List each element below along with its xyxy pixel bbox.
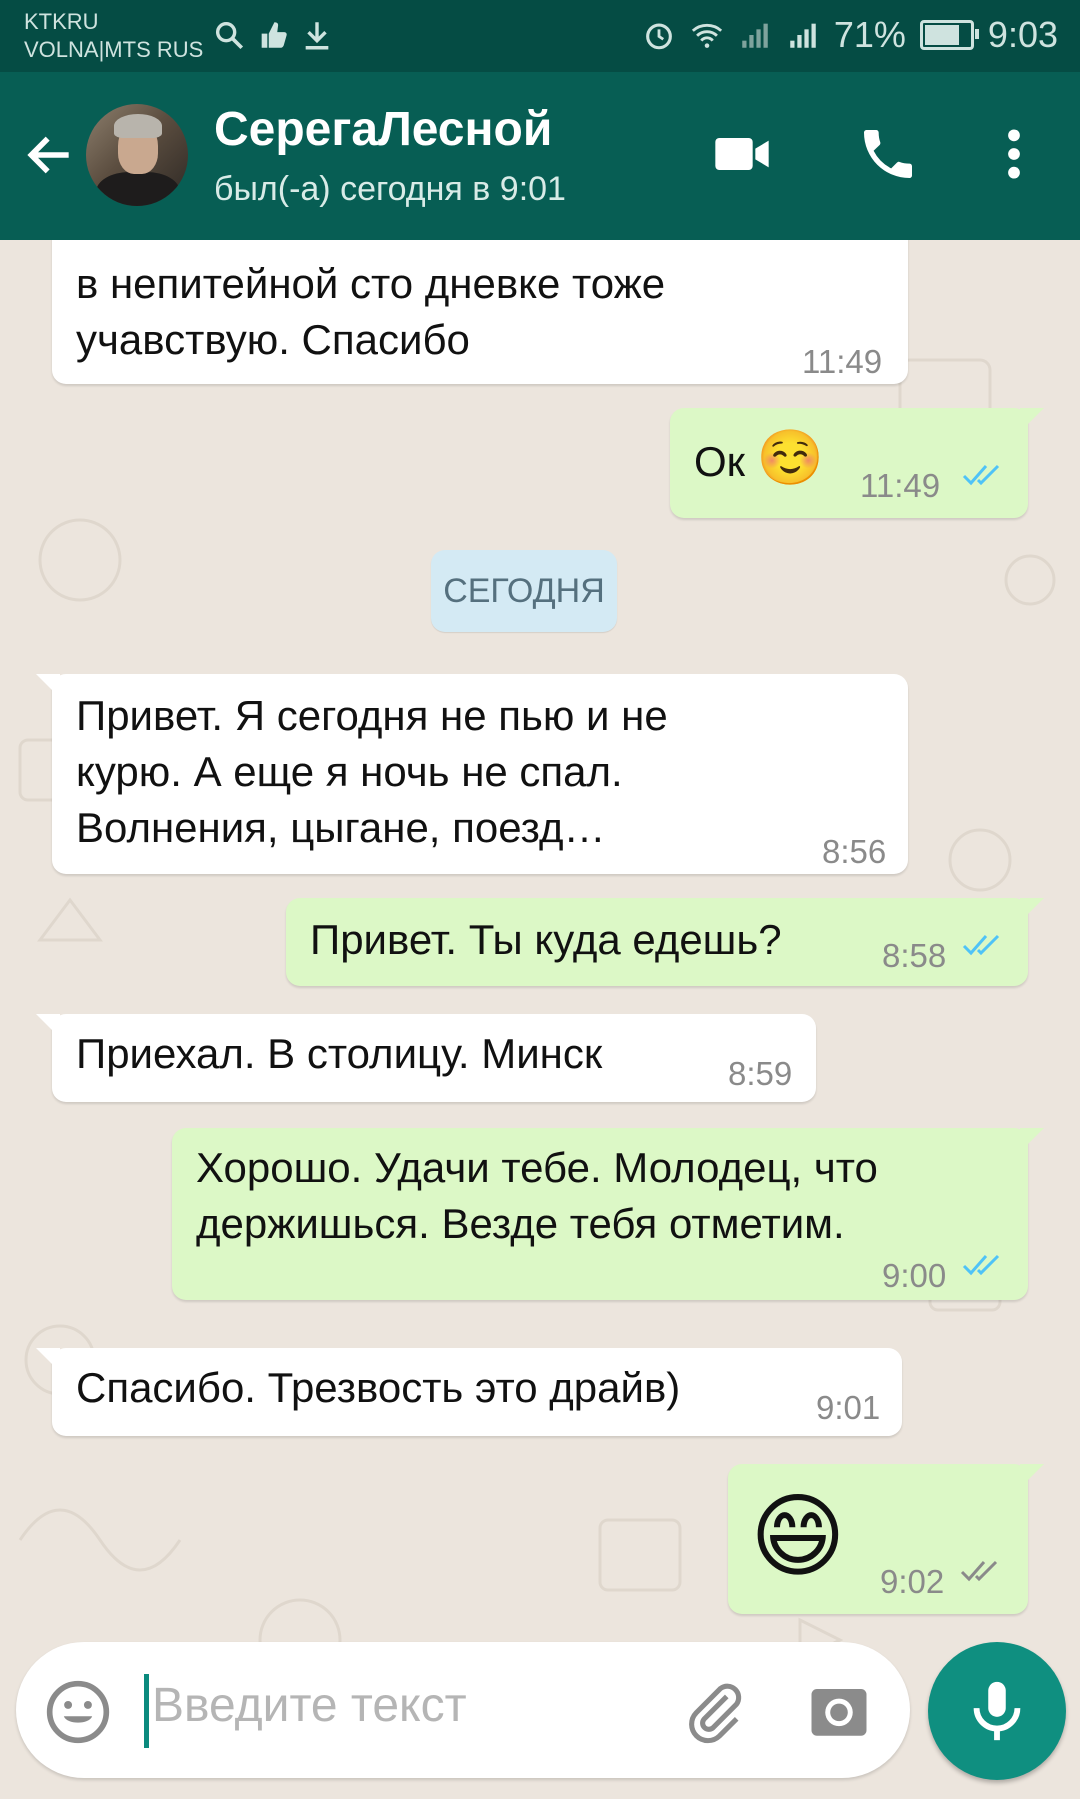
carrier-line-1: KTKRU xyxy=(24,9,99,34)
camera-icon[interactable] xyxy=(806,1678,872,1744)
message-text: Ок xyxy=(694,438,746,485)
message-incoming[interactable]: Приехал. В столицу. Минск 8:59 xyxy=(36,1014,816,1102)
date-separator: СЕГОДНЯ xyxy=(431,550,617,632)
message-input[interactable]: Введите текст xyxy=(152,1678,467,1733)
read-ticks-icon xyxy=(962,934,1000,956)
message-time: 8:56 xyxy=(822,833,887,870)
message-time: 11:49 xyxy=(860,467,941,504)
bubble-tail xyxy=(1020,898,1044,922)
message-text: в непитейной сто дневке тоже учавствую. … xyxy=(76,260,666,363)
bubble-tail xyxy=(36,674,60,698)
bubble-tail xyxy=(1020,408,1044,432)
contact-name[interactable]: СерегаЛесной xyxy=(214,102,552,157)
message-text: Спасибо. Трезвость это драйв) xyxy=(76,1364,681,1411)
mic-icon xyxy=(973,1681,1021,1741)
message-time: 8:59 xyxy=(728,1055,793,1092)
carrier-line-2: VOLNA|MTS RUS xyxy=(24,37,204,62)
message-text: Привет. Я сегодня не пью и не курю. А ещ… xyxy=(76,692,668,851)
system-status: 71% 9:03 xyxy=(642,14,1058,56)
battery-icon xyxy=(919,20,979,50)
phone-icon[interactable] xyxy=(856,122,920,186)
read-ticks-icon xyxy=(962,464,1000,486)
more-icon[interactable] xyxy=(982,122,1046,186)
video-call-icon[interactable] xyxy=(710,122,774,186)
message-list[interactable]: в непитейной сто дневке тоже учавствую. … xyxy=(0,240,1080,1640)
message-incoming[interactable]: в непитейной сто дневке тоже учавствую. … xyxy=(52,240,908,384)
download-icon xyxy=(305,22,329,50)
message-time: 8:58 xyxy=(882,937,947,974)
carrier-info: KTKRU VOLNA|MTS RUS xyxy=(24,8,203,64)
signal-weak-icon xyxy=(742,23,768,48)
like-icon xyxy=(261,22,287,48)
back-arrow-icon[interactable] xyxy=(22,127,78,183)
message-outgoing[interactable]: Привет. Ты куда едешь? 8:58 xyxy=(286,898,1044,986)
clock: 9:03 xyxy=(987,14,1058,55)
message-outgoing[interactable]: Хорошо. Удачи тебе. Молодец, что держишь… xyxy=(172,1128,1044,1300)
emoji-icon[interactable] xyxy=(44,1678,112,1746)
bubble-tail xyxy=(36,1348,60,1372)
voice-message-button[interactable] xyxy=(928,1642,1066,1780)
alarm-icon xyxy=(645,23,672,50)
search-icon xyxy=(215,21,244,50)
delivered-ticks-icon xyxy=(960,1560,998,1582)
message-time: 9:00 xyxy=(882,1257,947,1294)
bubble-tail xyxy=(36,1014,60,1038)
message-text: Хорошо. Удачи тебе. Молодец, что держишь… xyxy=(196,1144,878,1247)
message-incoming[interactable]: Привет. Я сегодня не пью и не курю. А ещ… xyxy=(36,674,908,874)
battery-fill xyxy=(924,25,959,45)
last-seen: был(-а) сегодня в 9:01 xyxy=(214,170,566,208)
message-time: 9:02 xyxy=(880,1563,945,1600)
wifi-icon xyxy=(691,23,722,48)
read-ticks-icon xyxy=(962,1254,1000,1276)
message-composer[interactable]: Введите текст xyxy=(16,1642,910,1778)
notification-icons xyxy=(212,18,334,52)
signal-icon xyxy=(790,23,816,48)
message-time: 11:49 xyxy=(802,343,883,380)
status-bar: KTKRU VOLNA|MTS RUS 71% 9:03 xyxy=(0,0,1080,72)
text-cursor xyxy=(144,1674,149,1748)
chat-header: СерегаЛесной был(-а) сегодня в 9:01 xyxy=(0,72,1080,240)
avatar-body xyxy=(96,172,180,206)
smiling-emoji: ☺️ xyxy=(756,428,824,488)
message-text: Приехал. В столицу. Минск xyxy=(76,1030,603,1077)
message-time: 9:01 xyxy=(816,1389,881,1426)
attach-icon[interactable] xyxy=(680,1678,748,1746)
bubble-tail xyxy=(1020,1128,1044,1152)
avatar-hair xyxy=(114,114,162,138)
bubble-tail xyxy=(1020,1464,1044,1488)
contact-avatar[interactable] xyxy=(86,104,188,206)
battery-percent: 71% xyxy=(833,14,906,55)
message-incoming[interactable]: Спасибо. Трезвость это драйв) 9:01 xyxy=(36,1348,902,1436)
message-outgoing[interactable]: Ок ☺️ 11:49 xyxy=(670,408,1044,518)
message-outgoing[interactable]: 😄 9:02 xyxy=(728,1464,1044,1614)
